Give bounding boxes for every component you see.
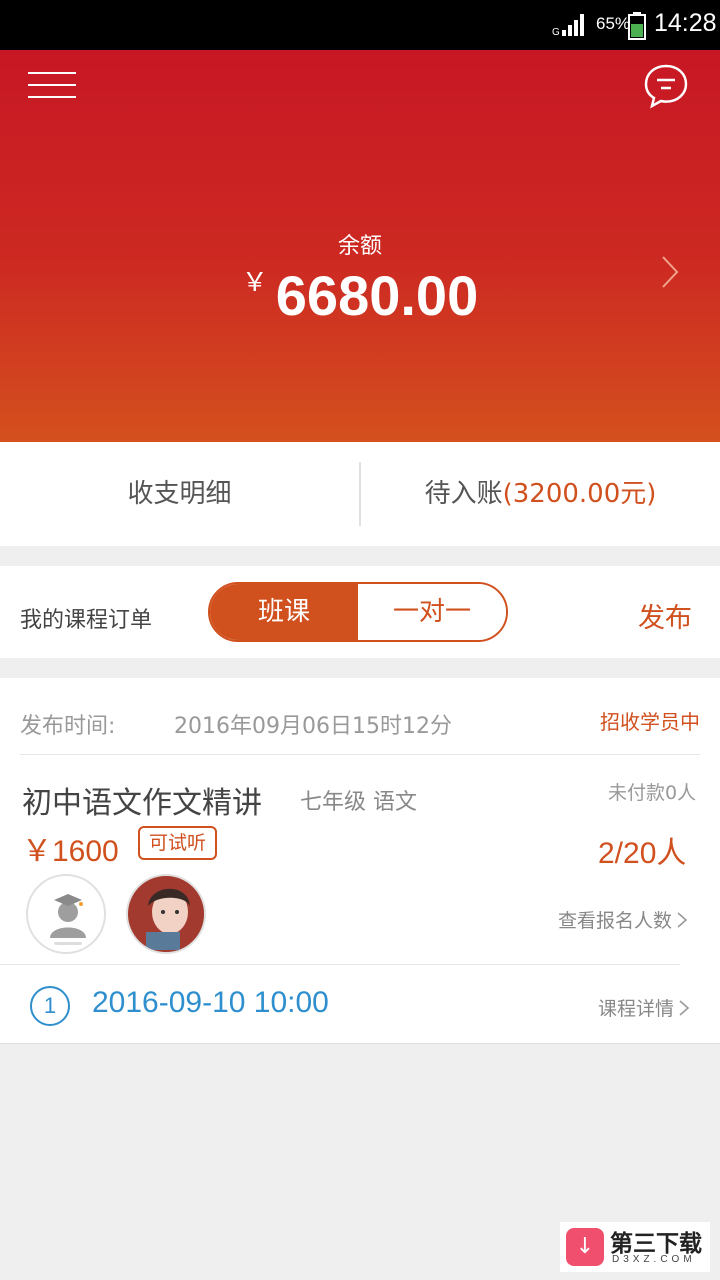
course-detail-label: 课程详情 <box>598 998 675 1020</box>
status-badge: 招收学员中 <box>600 710 700 734</box>
orders-title: 我的课程订单 <box>20 608 153 633</box>
course-price: ￥1600 <box>22 835 119 868</box>
balance-header: 余额 ￥ 6680.00 <box>0 50 720 442</box>
divider <box>0 964 680 965</box>
pending-amount: (3200.00元) <box>502 479 657 509</box>
watermark-logo: ↓ <box>566 1228 604 1266</box>
publish-button[interactable]: 发布 <box>638 596 692 635</box>
chevron-right-icon[interactable] <box>660 254 680 290</box>
course-meta: 七年级 语文 <box>300 790 417 815</box>
chevron-right-icon <box>679 1000 690 1016</box>
view-enrolled-link[interactable]: 查看报名人数 <box>558 906 688 933</box>
trial-badge: 可试听 <box>138 826 218 860</box>
currency-symbol: ￥ <box>241 267 268 297</box>
avatar[interactable] <box>26 874 106 954</box>
session-time: 2016-09-10 10:00 <box>92 986 329 1019</box>
watermark: ↓ 第三下载 D3XZ.COM <box>560 1222 710 1272</box>
battery-percent: 65% <box>596 14 631 33</box>
battery-icon <box>628 12 646 40</box>
watermark-name: 第三下载 <box>610 1231 702 1257</box>
tab-one-on-one[interactable]: 一对一 <box>358 584 506 640</box>
order-card[interactable]: 发布时间: 2016年09月06日15时12分 招收学员中 初中语文作文精讲 七… <box>0 678 720 1044</box>
clock: 14:28 <box>654 9 717 37</box>
balance-value: 6680.00 <box>275 264 479 327</box>
balance-label: 余额 <box>337 234 382 259</box>
pending-income-button[interactable]: 待入账(3200.00元) <box>361 442 720 546</box>
chevron-right-icon <box>677 912 688 928</box>
status-bar: G 65% 14:28 <box>0 0 720 50</box>
avatar[interactable] <box>126 874 206 954</box>
income-details-button[interactable]: 收支明细 <box>0 442 359 546</box>
watermark-domain: D3XZ.COM <box>612 1254 696 1265</box>
income-row: 收支明细 待入账(3200.00元) <box>0 442 720 546</box>
view-enrolled-label: 查看报名人数 <box>558 910 673 932</box>
enrolled-count: 2/20人 <box>598 837 687 870</box>
session-number: 1 <box>30 986 70 1026</box>
pending-label: 待入账 <box>424 479 503 509</box>
svg-text:G: G <box>552 27 560 36</box>
publish-time-label: 发布时间: <box>20 714 116 739</box>
chat-bubble-icon[interactable] <box>642 62 690 110</box>
orders-header: 我的课程订单 班课 一对一 发布 <box>0 566 720 658</box>
tab-class-course[interactable]: 班课 <box>210 584 358 640</box>
student-placeholder-icon <box>50 894 86 945</box>
order-type-toggle: 班课 一对一 <box>208 582 508 642</box>
student-photo <box>128 876 204 952</box>
course-detail-link[interactable]: 课程详情 <box>598 994 690 1021</box>
menu-icon[interactable] <box>28 72 76 98</box>
divider <box>20 754 700 755</box>
signal-icon: G <box>552 14 584 36</box>
balance-amount[interactable]: ￥ 6680.00 <box>0 262 720 328</box>
unpaid-count: 未付款0人 <box>608 782 697 804</box>
income-details-label: 收支明细 <box>127 479 232 509</box>
publish-time: 2016年09月06日15时12分 <box>174 714 452 739</box>
course-name: 初中语文作文精讲 <box>22 786 262 821</box>
